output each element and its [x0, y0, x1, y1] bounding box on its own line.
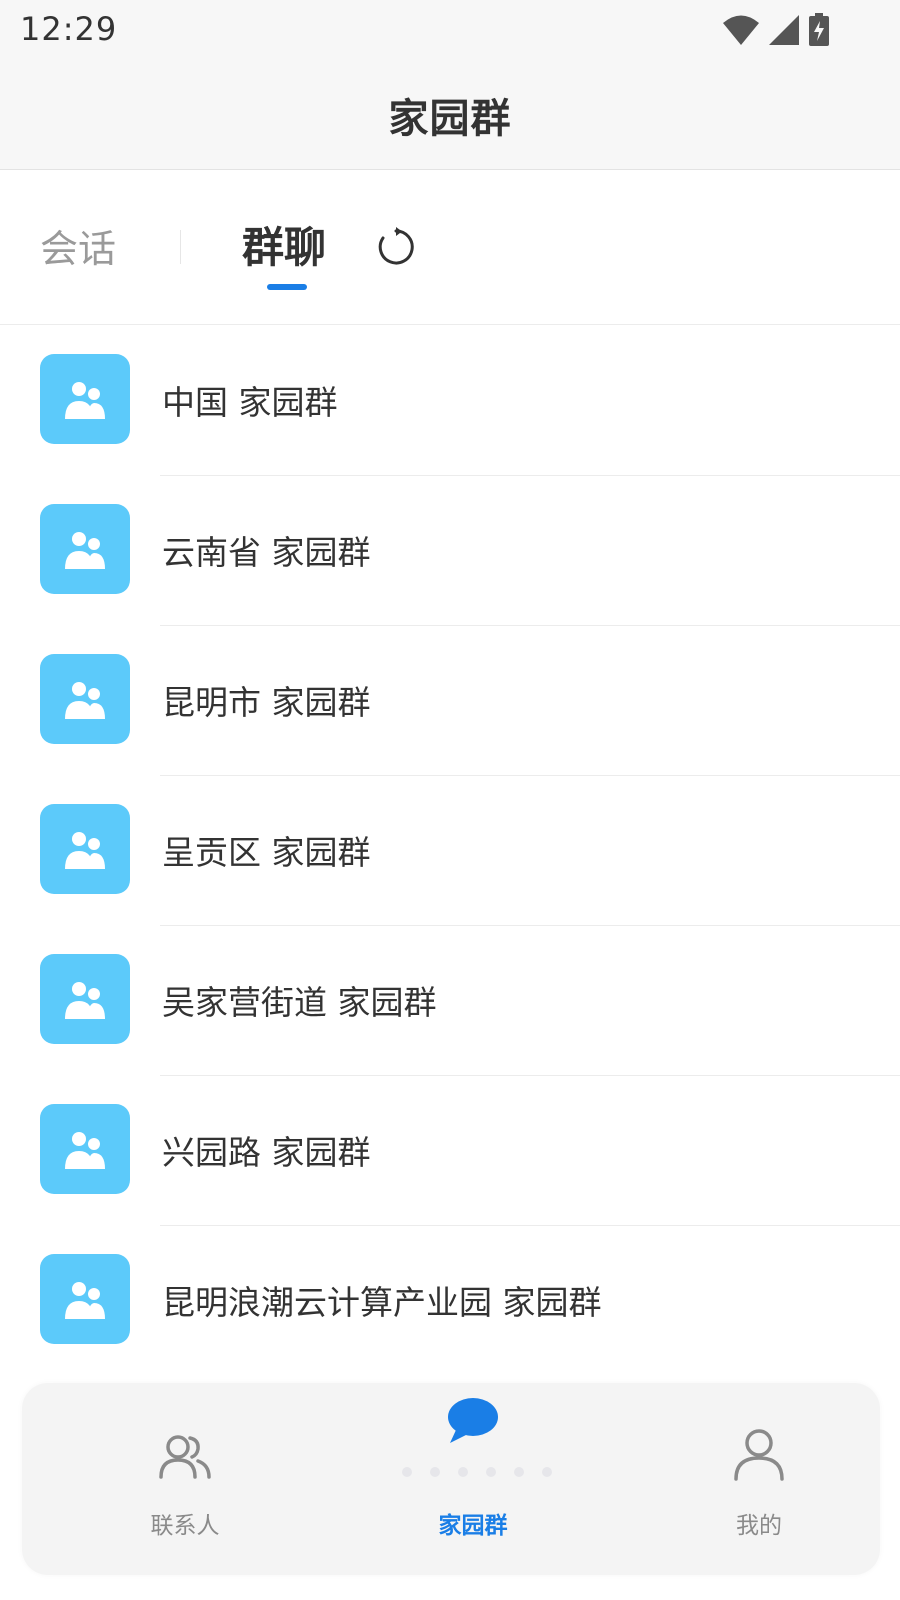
- nav-home-group[interactable]: 家园群: [373, 1383, 573, 1575]
- group-avatar: [40, 954, 130, 1044]
- nav-home-group-label: 家园群: [438, 1513, 508, 1539]
- group-list-item[interactable]: 中国 家园群: [0, 326, 900, 476]
- group-avatar: [40, 1254, 130, 1344]
- status-time: 12:29: [20, 10, 118, 48]
- group-icon: [65, 1132, 105, 1169]
- nav-contacts[interactable]: 联系人: [85, 1383, 285, 1575]
- group-list-item[interactable]: 昆明浪潮云计算产业园 家园群: [0, 1226, 900, 1376]
- status-icons: [722, 12, 830, 48]
- group-avatar: [40, 654, 130, 744]
- group-icon: [65, 1282, 105, 1319]
- group-name: 中国 家园群: [162, 383, 338, 422]
- group-avatar: [40, 1104, 130, 1194]
- group-icon: [65, 532, 105, 569]
- active-tab-indicator: [267, 284, 307, 290]
- group-list-item[interactable]: 吴家营街道 家园群: [0, 926, 900, 1076]
- group-name: 吴家营街道 家园群: [162, 983, 437, 1022]
- group-icon: [65, 982, 105, 1019]
- nav-mine-label: 我的: [736, 1513, 782, 1539]
- nav-contacts-label: 联系人: [150, 1513, 220, 1539]
- group-avatar: [40, 804, 130, 894]
- group-name: 呈贡区 家园群: [162, 833, 371, 872]
- group-icon: [65, 382, 105, 419]
- person-icon: [734, 1429, 784, 1481]
- app-header: 家园群: [0, 60, 900, 170]
- chat-bubble-icon: [448, 1398, 498, 1443]
- tab-session[interactable]: 会话: [40, 218, 116, 273]
- group-list-item[interactable]: 昆明市 家园群: [0, 626, 900, 776]
- group-icon: [65, 832, 105, 869]
- cell-signal-icon: [769, 15, 799, 45]
- bottom-nav: 联系人 家园群 我的: [22, 1383, 880, 1575]
- group-name: 兴园路 家园群: [162, 1133, 371, 1172]
- wifi-icon: [723, 15, 759, 45]
- tab-bar: 会话 群聊: [0, 170, 900, 325]
- tab-group-chat[interactable]: 群聊: [242, 214, 326, 275]
- nav-mine[interactable]: 我的: [659, 1383, 859, 1575]
- tab-divider: [180, 230, 181, 264]
- battery-charging-icon: [809, 13, 829, 46]
- group-list: 中国 家园群 云南省 家园群 昆明市 家园群 呈贡区 家园群吴家营街道 家园群 兴园路 …: [0, 326, 900, 1376]
- page-title: 家园群: [388, 95, 512, 142]
- group-name: 云南省 家园群: [162, 533, 371, 572]
- contacts-icon: [159, 1435, 211, 1479]
- group-name: 昆明市 家园群: [162, 683, 371, 722]
- refresh-icon[interactable]: [375, 226, 417, 268]
- group-avatar: [40, 354, 130, 444]
- group-avatar: [40, 504, 130, 594]
- group-list-item[interactable]: 呈贡区 家园群: [0, 776, 900, 926]
- group-name: 昆明浪潮云计算产业园 家园群: [162, 1283, 602, 1322]
- group-list-item[interactable]: 云南省 家园群: [0, 476, 900, 626]
- group-list-item[interactable]: 兴园路 家园群: [0, 1076, 900, 1226]
- group-icon: [65, 682, 105, 719]
- status-bar: 12:29: [0, 0, 900, 60]
